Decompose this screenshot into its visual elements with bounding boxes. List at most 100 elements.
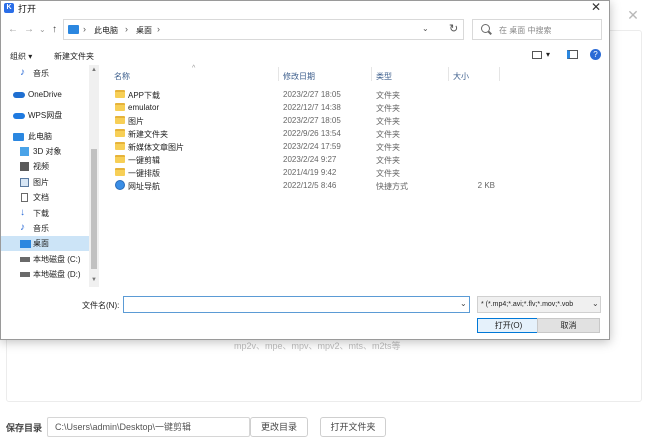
- column-header-name[interactable]: 名称: [114, 71, 130, 82]
- sidebar-scrollbar[interactable]: ▲ ▼: [89, 65, 99, 287]
- file-date: 2023/2/24 17:59: [283, 142, 341, 151]
- column-header-size[interactable]: 大小: [453, 71, 469, 82]
- chevron-right-icon[interactable]: ›: [157, 24, 160, 34]
- navigation-pane: ♪ 音乐 OneDrive WPS网盘 此电脑 3D 对象 视频 图片 文档 ↓…: [1, 65, 100, 287]
- sidebar-item-label: 本地磁盘 (D:): [33, 270, 81, 279]
- column-divider[interactable]: [499, 67, 500, 81]
- file-name: 新媒体文章图片: [128, 143, 184, 152]
- file-date: 2022/12/5 8:46: [283, 181, 337, 190]
- sidebar-item-downloads[interactable]: ↓ 下载: [1, 206, 89, 221]
- chevron-right-icon[interactable]: ›: [125, 24, 128, 34]
- file-name: 新建文件夹: [128, 130, 168, 139]
- sidebar-item-documents[interactable]: 文档: [1, 190, 89, 205]
- search-input[interactable]: 在 桌面 中搜索: [499, 25, 551, 36]
- back-arrow-icon[interactable]: ←: [8, 24, 18, 35]
- cube-icon: [20, 147, 29, 156]
- file-row[interactable]: 新建文件夹 2022/9/26 13:54 文件夹: [101, 127, 609, 140]
- view-dropdown-icon[interactable]: ▾: [546, 50, 550, 59]
- file-type: 文件夹: [376, 104, 400, 113]
- up-arrow-icon[interactable]: ↑: [52, 24, 57, 35]
- file-name: emulator: [128, 103, 160, 112]
- file-row[interactable]: 一键排版 2021/4/19 9:42 文件夹: [101, 166, 609, 179]
- supported-formats-text: mp2v、mpe、mpv、mpv2、mts、m2ts等: [234, 341, 401, 351]
- file-size: 2 KB: [477, 181, 495, 190]
- file-type: 文件夹: [376, 130, 400, 139]
- file-type: 文件夹: [376, 117, 400, 126]
- file-type-filter[interactable]: * (*.mp4;*.avi;*.flv;*.mov;*.vob: [477, 296, 601, 313]
- file-date: 2023/2/27 18:05: [283, 90, 341, 99]
- sidebar-item-music[interactable]: ♪ 音乐: [1, 66, 89, 81]
- save-path-field[interactable]: C:\Users\admin\Desktop\一键剪辑: [47, 417, 250, 437]
- address-bar[interactable]: › 此电脑 › 桌面 ›: [63, 19, 464, 40]
- dialog-titlebar[interactable]: K 打开 ✕: [1, 0, 609, 15]
- cancel-button[interactable]: 取消: [537, 318, 600, 333]
- sidebar-item-label: 此电脑: [28, 132, 52, 141]
- sidebar-item-label: 图片: [33, 178, 49, 187]
- folder-icon: [115, 90, 125, 98]
- sidebar-item-label: 文档: [33, 193, 49, 202]
- close-icon[interactable]: ✕: [626, 8, 640, 22]
- column-header-type[interactable]: 类型: [376, 71, 392, 82]
- sidebar-item-pictures[interactable]: 图片: [1, 175, 89, 190]
- open-button[interactable]: 打开(O): [477, 318, 540, 333]
- file-date: 2023/2/24 9:27: [283, 155, 337, 164]
- computer-icon: [68, 25, 79, 34]
- app-logo-icon: K: [4, 3, 14, 13]
- preview-pane-icon[interactable]: [567, 50, 578, 59]
- file-row[interactable]: emulator 2022/12/7 14:38 文件夹: [101, 101, 609, 114]
- change-directory-button[interactable]: 更改目录: [250, 417, 308, 437]
- cloud-icon: [13, 113, 25, 119]
- sidebar-item-onedrive[interactable]: OneDrive: [1, 87, 89, 102]
- filter-dropdown-icon[interactable]: ⌄: [592, 299, 599, 308]
- column-header-date[interactable]: 修改日期: [283, 71, 315, 82]
- open-folder-button[interactable]: 打开文件夹: [320, 417, 386, 437]
- file-row[interactable]: 一键剪辑 2023/2/24 9:27 文件夹: [101, 153, 609, 166]
- column-divider[interactable]: [371, 67, 372, 81]
- address-dropdown-icon[interactable]: ⌄: [422, 24, 429, 33]
- music-note-icon: ♪: [20, 67, 25, 78]
- folder-icon: [115, 155, 125, 163]
- film-icon: [20, 162, 29, 171]
- column-divider[interactable]: [278, 67, 279, 81]
- filename-input[interactable]: [123, 296, 470, 313]
- new-folder-button[interactable]: 新建文件夹: [54, 51, 94, 62]
- view-options-icon[interactable]: [532, 51, 542, 59]
- forward-arrow-icon[interactable]: →: [24, 24, 34, 35]
- file-row[interactable]: 网址导航 2022/12/5 8:46 快捷方式 2 KB: [101, 179, 609, 192]
- help-icon[interactable]: ?: [590, 49, 601, 60]
- close-icon[interactable]: ✕: [591, 0, 601, 14]
- file-row[interactable]: 新媒体文章图片 2023/2/24 17:59 文件夹: [101, 140, 609, 153]
- sidebar-item-music-2[interactable]: ♪ 音乐: [1, 221, 89, 236]
- refresh-icon[interactable]: ↻: [449, 22, 458, 35]
- file-row[interactable]: 图片 2023/2/27 18:05 文件夹: [101, 114, 609, 127]
- sidebar-item-videos[interactable]: 视频: [1, 159, 89, 174]
- sidebar-item-this-pc[interactable]: 此电脑: [1, 129, 89, 144]
- recent-locations-dropdown-icon[interactable]: ⌄: [39, 25, 46, 34]
- file-row[interactable]: APP下载 2023/2/27 18:05 文件夹: [101, 88, 609, 101]
- organize-menu[interactable]: 组织 ▾: [10, 51, 32, 62]
- filename-dropdown-icon[interactable]: ⌄: [460, 299, 467, 308]
- chevron-right-icon[interactable]: ›: [83, 24, 86, 34]
- column-divider[interactable]: [448, 67, 449, 81]
- sidebar-item-drive-d[interactable]: 本地磁盘 (D:): [1, 267, 89, 282]
- file-name: 图片: [128, 117, 144, 126]
- sidebar-item-drive-c[interactable]: 本地磁盘 (C:): [1, 252, 89, 267]
- document-icon: [21, 193, 28, 202]
- search-box[interactable]: 在 桌面 中搜索: [472, 19, 602, 40]
- file-name: 一键排版: [128, 169, 160, 178]
- folder-icon: [115, 103, 125, 111]
- image-icon: [20, 178, 29, 187]
- toolbar: 组织 ▾ 新建文件夹 ▾ ?: [1, 45, 609, 65]
- file-date: 2023/2/27 18:05: [283, 116, 341, 125]
- folder-icon: [115, 168, 125, 176]
- file-type: 快捷方式: [376, 182, 408, 191]
- scroll-down-icon[interactable]: ▼: [91, 277, 97, 283]
- sidebar-item-desktop[interactable]: 桌面: [1, 236, 89, 251]
- file-name: 一键剪辑: [128, 156, 160, 165]
- scrollbar-thumb[interactable]: [91, 149, 97, 269]
- breadcrumb-this-pc[interactable]: 此电脑: [94, 25, 118, 36]
- scroll-up-icon[interactable]: ▲: [91, 67, 97, 73]
- breadcrumb-desktop[interactable]: 桌面: [136, 25, 152, 36]
- sidebar-item-wps-drive[interactable]: WPS网盘: [1, 108, 89, 123]
- sidebar-item-3d-objects[interactable]: 3D 对象: [1, 144, 89, 159]
